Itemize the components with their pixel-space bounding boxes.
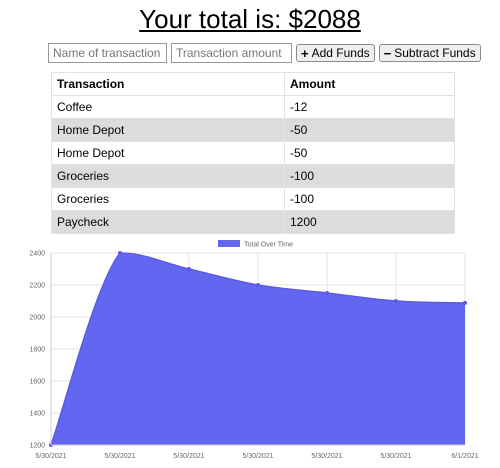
y-tick-label: 1800 bbox=[29, 347, 45, 354]
plus-icon: + bbox=[301, 45, 309, 61]
y-tick-label: 1600 bbox=[29, 379, 45, 386]
x-tick-label: 5/30/2021 bbox=[35, 453, 66, 460]
x-tick-label: 5/30/2021 bbox=[311, 453, 342, 460]
legend-swatch bbox=[218, 240, 240, 247]
transaction-name-cell: Paycheck bbox=[51, 210, 285, 234]
add-funds-button[interactable]: + Add Funds bbox=[296, 44, 375, 62]
total-over-time-chart: 1200 1400 1600 1800 2000 2200 2400 5/30/2021 5/3… bbox=[29, 240, 479, 460]
x-tick-label: 5/30/2021 bbox=[173, 453, 204, 460]
y-tick-label: 2400 bbox=[29, 251, 45, 258]
transaction-name-cell: Home Depot bbox=[51, 118, 285, 142]
transaction-amount-input[interactable] bbox=[171, 43, 292, 63]
minus-icon: − bbox=[383, 45, 392, 61]
y-tick-label: 1200 bbox=[29, 443, 45, 450]
x-tick-label: 5/30/2021 bbox=[242, 453, 273, 460]
data-point bbox=[394, 299, 398, 303]
data-point bbox=[118, 251, 122, 255]
table-row: Paycheck 1200 bbox=[51, 210, 455, 234]
x-tick-label: 6/1/2021 bbox=[451, 453, 478, 460]
column-header-amount: Amount bbox=[284, 72, 455, 96]
transaction-form: + Add Funds − Subtract Funds bbox=[48, 43, 481, 63]
subtract-funds-label: Subtract Funds bbox=[394, 46, 476, 60]
transaction-name-cell: Coffee bbox=[51, 95, 285, 119]
data-point bbox=[256, 283, 260, 287]
transaction-amount-cell: -100 bbox=[284, 187, 455, 211]
table-header-row: Transaction Amount bbox=[51, 72, 455, 96]
y-tick-label: 2200 bbox=[29, 283, 45, 290]
transaction-name-cell: Home Depot bbox=[51, 141, 285, 165]
transaction-amount-cell: -50 bbox=[284, 141, 455, 165]
transaction-name-cell: Groceries bbox=[51, 187, 285, 211]
transaction-amount-cell: -12 bbox=[284, 95, 455, 119]
column-header-transaction: Transaction bbox=[51, 72, 285, 96]
page-title: Your total is: $2088 bbox=[139, 4, 361, 34]
data-point bbox=[463, 300, 467, 305]
subtract-funds-button[interactable]: − Subtract Funds bbox=[378, 44, 481, 62]
table-row: Groceries -100 bbox=[51, 187, 455, 211]
table-row: Groceries -100 bbox=[51, 164, 455, 188]
transaction-name-cell: Groceries bbox=[51, 164, 285, 188]
add-funds-label: Add Funds bbox=[311, 46, 370, 60]
transaction-amount-cell: -100 bbox=[284, 164, 455, 188]
table-row: Home Depot -50 bbox=[51, 118, 455, 142]
legend-label: Total Over Time bbox=[244, 242, 293, 249]
y-tick-label: 1400 bbox=[29, 411, 45, 418]
x-tick-label: 5/30/2021 bbox=[104, 453, 135, 460]
transaction-name-input[interactable] bbox=[48, 43, 167, 63]
table-row: Home Depot -50 bbox=[51, 141, 455, 165]
x-tick-label: 5/30/2021 bbox=[380, 453, 411, 460]
transaction-amount-cell: -50 bbox=[284, 118, 455, 142]
transactions-table: Transaction Amount Coffee -12 Home Depot… bbox=[51, 72, 455, 234]
transaction-amount-cell: 1200 bbox=[284, 210, 455, 234]
y-tick-label: 2000 bbox=[29, 315, 45, 322]
table-row: Coffee -12 bbox=[51, 95, 455, 119]
data-point bbox=[325, 291, 329, 295]
data-point bbox=[187, 267, 191, 271]
